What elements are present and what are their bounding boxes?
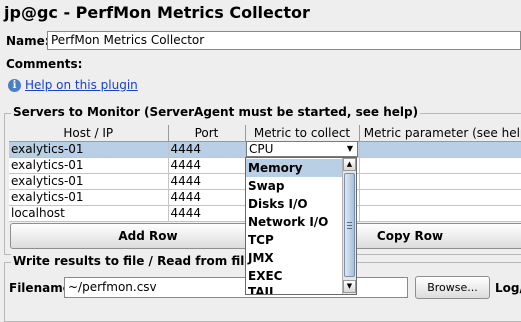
metric-combo[interactable]: CPU ▼ bbox=[246, 141, 358, 157]
table-header: Host / IP Port Metric to collect Metric … bbox=[9, 125, 521, 142]
grip-line bbox=[347, 228, 352, 229]
port-cell[interactable]: 4444 bbox=[168, 205, 246, 222]
name-field[interactable]: PerfMon Metrics Collector bbox=[47, 31, 521, 50]
column-header-parameter[interactable]: Metric parameter (see help) bbox=[359, 125, 521, 142]
scroll-up-icon[interactable]: ▲ bbox=[343, 158, 356, 171]
name-label: Name: bbox=[6, 34, 50, 48]
column-header-port[interactable]: Port bbox=[168, 125, 246, 142]
port-cell[interactable]: 4444 bbox=[168, 173, 246, 190]
chevron-down-icon[interactable]: ▼ bbox=[344, 143, 356, 155]
comments-label: Comments: bbox=[6, 57, 83, 71]
dropdown-option-disks-io[interactable]: Disks I/O bbox=[246, 195, 352, 213]
dropdown-option-memory[interactable]: Memory bbox=[246, 159, 352, 177]
scroll-down-icon[interactable]: ▼ bbox=[343, 280, 356, 293]
column-header-metric[interactable]: Metric to collect bbox=[245, 125, 360, 142]
scroll-thumb[interactable] bbox=[344, 173, 355, 277]
servers-group-title: Servers to Monitor (ServerAgent must be … bbox=[11, 105, 421, 119]
dropdown-option-jmx[interactable]: JMX bbox=[246, 249, 352, 267]
param-cell[interactable] bbox=[359, 141, 521, 158]
dropdown-option-tcp[interactable]: TCP bbox=[246, 231, 352, 249]
metric-combo-value: CPU bbox=[249, 142, 274, 156]
param-cell[interactable] bbox=[359, 205, 521, 222]
dropdown-option-exec[interactable]: EXEC bbox=[246, 267, 352, 285]
dropdown-option-tail[interactable]: TAIL bbox=[246, 285, 352, 294]
host-cell[interactable]: exalytics-01 bbox=[9, 173, 169, 190]
port-cell[interactable]: 4444 bbox=[168, 141, 246, 158]
help-link[interactable]: Help on this plugin bbox=[25, 78, 138, 92]
browse-button[interactable]: Browse... bbox=[415, 276, 490, 299]
dropdown-option-network-io[interactable]: Network I/O bbox=[246, 213, 352, 231]
host-cell[interactable]: localhost bbox=[9, 205, 169, 222]
port-cell[interactable]: 4444 bbox=[168, 157, 246, 174]
port-cell[interactable]: 4444 bbox=[168, 189, 246, 206]
host-cell[interactable]: exalytics-01 bbox=[9, 141, 169, 158]
window-title: jp@gc - PerfMon Metrics Collector bbox=[4, 3, 310, 22]
grip-line bbox=[347, 225, 352, 226]
param-cell[interactable] bbox=[359, 189, 521, 206]
grip-line bbox=[347, 222, 352, 223]
info-icon: i bbox=[8, 79, 21, 92]
param-cell[interactable] bbox=[359, 157, 521, 174]
dropdown-scrollbar[interactable]: ▲ ▼ bbox=[342, 158, 356, 294]
filename-label: Filename bbox=[9, 281, 71, 295]
file-group-title: Write results to file / Read from file bbox=[11, 254, 255, 268]
param-cell[interactable] bbox=[359, 173, 521, 190]
column-header-host[interactable]: Host / IP bbox=[9, 125, 169, 142]
host-cell[interactable]: exalytics-01 bbox=[9, 189, 169, 206]
host-cell[interactable]: exalytics-01 bbox=[9, 157, 169, 174]
log-label: Log/ bbox=[495, 281, 521, 295]
dropdown-option-swap[interactable]: Swap bbox=[246, 177, 352, 195]
metric-dropdown[interactable]: Memory Swap Disks I/O Network I/O TCP JM… bbox=[245, 157, 357, 295]
